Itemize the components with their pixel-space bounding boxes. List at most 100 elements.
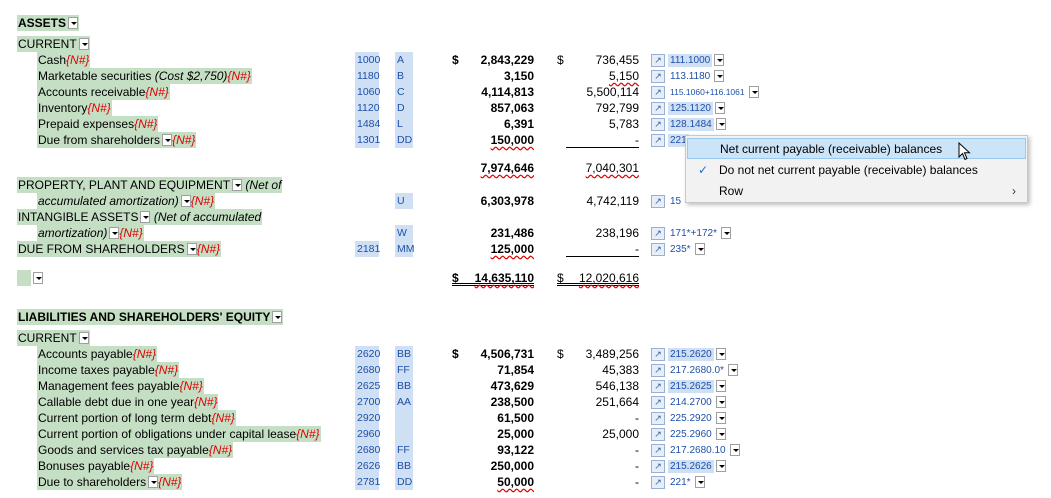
lead-code[interactable]: DD	[395, 132, 413, 148]
lead-code[interactable]: AA	[395, 394, 413, 410]
jump-icon[interactable]: ↗	[651, 194, 665, 208]
lead-code[interactable]: FF	[395, 362, 413, 378]
jump-icon[interactable]: ↗	[651, 133, 665, 147]
row-label[interactable]: Cash{N#}	[37, 52, 91, 68]
jump-icon[interactable]: ↗	[651, 347, 665, 361]
row-label[interactable]: Current portion of obligations under cap…	[37, 426, 321, 442]
lead-code[interactable]	[395, 410, 413, 426]
reference-link[interactable]: 221*	[668, 476, 693, 489]
row-label[interactable]: Callable debt due in one year{N#}	[37, 394, 219, 410]
lead-code[interactable]: L	[395, 116, 413, 132]
reference-link[interactable]: 171*+172*	[668, 227, 719, 240]
lead-code[interactable]: BB	[395, 346, 413, 362]
row-label[interactable]: Accounts payable{N#}	[37, 346, 158, 362]
lead-code[interactable]: B	[395, 68, 413, 84]
account-number[interactable]: 2700	[355, 394, 380, 410]
chevron-down-icon[interactable]	[109, 227, 120, 239]
chevron-down-icon[interactable]	[715, 118, 726, 130]
account-number[interactable]: 2181	[355, 241, 380, 257]
reference-link[interactable]: 225.2920	[668, 412, 714, 425]
row-label[interactable]: Inventory{N#}	[37, 100, 112, 116]
jump-icon[interactable]: ↗	[651, 226, 665, 240]
row-label[interactable]: Prepaid expenses{N#}	[37, 116, 159, 132]
menu-item-do-not-net-balances[interactable]: ✓ Do not net current payable (receivable…	[687, 160, 1026, 181]
chevron-down-icon[interactable]	[721, 227, 731, 239]
jump-icon[interactable]: ↗	[651, 363, 665, 377]
chevron-down-icon[interactable]	[68, 17, 79, 29]
account-number[interactable]: 1120	[355, 100, 380, 116]
chevron-down-icon[interactable]	[186, 243, 197, 255]
empty-label-dropdown[interactable]	[31, 270, 43, 286]
row-label[interactable]: Accounts receivable{N#}	[37, 84, 170, 100]
chevron-down-icon[interactable]	[714, 102, 725, 114]
empty-label-cell[interactable]	[17, 270, 31, 286]
jump-icon[interactable]: ↗	[651, 379, 665, 393]
lead-code[interactable]: FF	[395, 442, 413, 458]
lead-code[interactable]: DD	[395, 474, 413, 490]
reference-link[interactable]: 128.1484	[668, 117, 714, 131]
chevron-down-icon[interactable]	[715, 348, 726, 360]
chevron-down-icon[interactable]	[180, 195, 191, 207]
reference-link[interactable]: 214.2700	[668, 396, 714, 409]
reference-link[interactable]: 111.1000	[668, 53, 713, 67]
ppe-title[interactable]: PROPERTY, PLANT AND EQUIPMENT (Net of	[17, 177, 283, 193]
row-label[interactable]: Goods and services tax payable{N#}	[37, 442, 234, 458]
lead-code[interactable]: W	[395, 225, 413, 241]
chevron-down-icon[interactable]	[148, 476, 159, 488]
chevron-down-icon[interactable]	[715, 380, 726, 392]
account-number[interactable]: 2620	[355, 346, 380, 362]
reference-link[interactable]: 115.1060+116.1061	[668, 86, 747, 99]
chevron-down-icon[interactable]	[715, 396, 726, 408]
jump-icon[interactable]: ↗	[651, 53, 665, 67]
account-number[interactable]: 2920	[355, 410, 380, 426]
jump-icon[interactable]: ↗	[651, 242, 665, 256]
account-number[interactable]: 1301	[355, 132, 380, 148]
row-label[interactable]: Due from shareholders {N#}	[37, 132, 197, 148]
jump-icon[interactable]: ↗	[651, 459, 665, 473]
jump-icon[interactable]: ↗	[651, 411, 665, 425]
reference-link[interactable]: 235*	[668, 243, 693, 256]
chevron-down-icon[interactable]	[748, 86, 759, 98]
account-number[interactable]: 1180	[355, 68, 380, 84]
account-number[interactable]: 2626	[355, 458, 380, 474]
chevron-down-icon[interactable]	[694, 476, 705, 488]
dfs-title[interactable]: DUE FROM SHAREHOLDERS {N#}	[17, 241, 222, 257]
row-label[interactable]: Bonuses payable{N#}	[37, 458, 155, 474]
reference-link[interactable]: 15	[668, 195, 683, 208]
chevron-down-icon[interactable]	[714, 70, 725, 82]
lead-code[interactable]: BB	[395, 458, 413, 474]
account-number[interactable]: 2781	[355, 474, 380, 490]
lead-code[interactable]: A	[395, 52, 413, 68]
jump-icon[interactable]: ↗	[651, 117, 665, 131]
chevron-down-icon[interactable]	[727, 364, 738, 376]
chevron-down-icon[interactable]	[232, 179, 243, 191]
jump-icon[interactable]: ↗	[651, 85, 665, 99]
chevron-down-icon[interactable]	[78, 38, 89, 50]
chevron-down-icon[interactable]	[715, 460, 726, 472]
row-label[interactable]: Management fees payable{N#}	[37, 378, 204, 394]
row-label[interactable]: Current portion of long term debt{N#}	[37, 410, 236, 426]
menu-item-row[interactable]: Row ›	[687, 181, 1026, 202]
account-number[interactable]: 2625	[355, 378, 380, 394]
reference-link[interactable]: 215.2625	[668, 379, 714, 393]
row-label[interactable]: Due to shareholders {N#}	[37, 474, 183, 490]
row-label[interactable]: Income taxes payable{N#}	[37, 362, 180, 378]
lead-code[interactable]: U	[395, 193, 413, 209]
lead-code[interactable]: BB	[395, 378, 413, 394]
lead-code[interactable]: MM	[395, 241, 415, 257]
jump-icon[interactable]: ↗	[651, 475, 665, 489]
jump-icon[interactable]: ↗	[651, 69, 665, 83]
account-number[interactable]: 2960	[355, 426, 380, 442]
reference-link[interactable]: 217.2680.0*	[668, 364, 726, 377]
account-number[interactable]: 2680	[355, 442, 380, 458]
menu-item-net-balances[interactable]: Net current payable (receivable) balance…	[687, 138, 1026, 159]
chevron-down-icon[interactable]	[715, 428, 726, 440]
jump-icon[interactable]: ↗	[651, 395, 665, 409]
chevron-down-icon[interactable]	[694, 243, 705, 255]
account-number[interactable]: 2680	[355, 362, 380, 378]
chevron-down-icon[interactable]	[162, 134, 173, 146]
reference-link[interactable]: 215.2626	[668, 459, 714, 473]
row-label[interactable]: Marketable securities (Cost $2,750){N#}	[37, 68, 252, 84]
jump-icon[interactable]: ↗	[651, 101, 665, 115]
chevron-down-icon[interactable]	[729, 444, 740, 456]
